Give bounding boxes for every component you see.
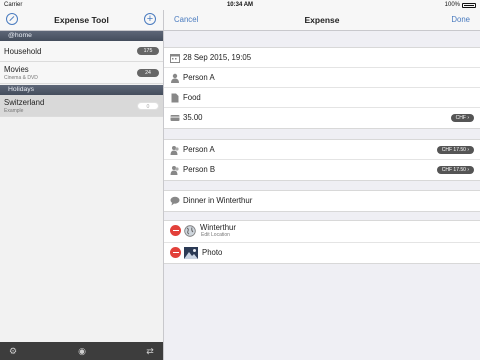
list-item-label: Household — [4, 47, 42, 56]
count-badge: 0 — [137, 102, 159, 110]
chevron-right-icon: › — [467, 167, 469, 173]
amount-value: 35.00 — [183, 113, 203, 122]
clock: 10:34 AM — [226, 2, 254, 8]
photo-label: Photo — [202, 248, 223, 257]
date-value: 28 Sep 2015, 19:05 — [183, 53, 252, 62]
date-row[interactable]: 28 Sep 2015, 19:05 — [164, 48, 480, 68]
gear-icon[interactable]: ⚙ — [8, 346, 18, 356]
note-group: Dinner in Winterthur — [164, 190, 480, 212]
globe-icon — [184, 225, 196, 237]
amount-row[interactable]: 35.00 CHF › — [164, 108, 480, 128]
battery-percent: 100% — [444, 2, 460, 8]
note-value: Dinner in Winterthur — [183, 196, 253, 205]
share-person: Person B — [183, 165, 216, 174]
chevron-right-icon: › — [467, 147, 469, 153]
edit-location-link[interactable]: Edit Location — [201, 232, 230, 238]
section-header-holidays: Holidays — [0, 85, 163, 95]
note-row[interactable]: Dinner in Winterthur — [164, 191, 480, 211]
share-amount: CHF 17.50 — [441, 147, 466, 153]
battery-icon — [462, 2, 476, 8]
currency-dropdown[interactable]: CHF › — [450, 114, 474, 122]
master-toolbar: ⚙ ◉ ⇄ — [0, 342, 163, 360]
delete-photo-button[interactable] — [170, 247, 181, 258]
list-item-switzerland[interactable]: Switzerland Example 0 — [0, 95, 163, 117]
plus-icon: + — [146, 13, 154, 25]
list-item-subtitle: Cinema & DVD — [4, 75, 38, 81]
page-title: Expense — [304, 15, 340, 25]
list-item-movies[interactable]: Movies Cinema & DVD 24 — [0, 62, 163, 84]
category-row[interactable]: Food — [164, 88, 480, 108]
list-item-label: Movies — [4, 65, 29, 74]
calendar-icon — [170, 54, 180, 63]
credit-card-icon — [170, 115, 180, 121]
share-person: Person A — [183, 145, 215, 154]
eye-icon[interactable]: ◉ — [77, 346, 87, 356]
category-value: Food — [183, 93, 201, 102]
photo-thumbnail-icon — [184, 247, 198, 259]
expense-info-group: 28 Sep 2015, 19:05 Person A Food 35.00 C… — [164, 47, 480, 129]
share-amount-button[interactable]: CHF 17.50 › — [436, 146, 474, 154]
shares-group: Person A CHF 17.50 › Person B CHF 17.50 … — [164, 139, 480, 181]
person-icon — [171, 73, 179, 83]
master-nav-bar: Expense Tool + — [0, 10, 163, 31]
done-button[interactable]: Done — [451, 10, 470, 30]
status-bar: Carrier 10:34 AM 100% — [0, 0, 480, 10]
list-item-household[interactable]: Household 175 — [0, 41, 163, 62]
payer-value: Person A — [183, 73, 215, 82]
share-row[interactable]: Person B CHF 17.50 › — [164, 160, 480, 180]
add-button[interactable]: + — [144, 13, 156, 25]
location-row[interactable]: Winterthur Edit Location — [164, 221, 480, 243]
person-group-icon — [170, 146, 179, 155]
detail-pane: Cancel Expense Done 28 Sep 2015, 19:05 P… — [164, 0, 480, 360]
count-badge: 175 — [137, 47, 159, 55]
battery-indicator: 100% — [445, 0, 476, 10]
currency-label: CHF — [455, 115, 466, 121]
master-title: Expense Tool — [54, 15, 109, 25]
section-header-home: @home — [0, 31, 163, 41]
speech-bubble-icon — [170, 196, 180, 206]
detail-nav-bar: Cancel Expense Done — [164, 10, 480, 31]
share-amount-button[interactable]: CHF 17.50 › — [436, 166, 474, 174]
document-icon — [171, 93, 179, 103]
delete-location-button[interactable] — [170, 225, 181, 236]
master-pane: Expense Tool + @home Household 175 Movie… — [0, 0, 164, 360]
attachments-group: Winterthur Edit Location Photo — [164, 220, 480, 264]
person-group-icon — [170, 166, 179, 175]
share-row[interactable]: Person A CHF 17.50 › — [164, 140, 480, 160]
list-item-label: Switzerland — [4, 98, 45, 107]
chevron-right-icon: › — [467, 115, 469, 121]
payer-row[interactable]: Person A — [164, 68, 480, 88]
repeat-icon[interactable]: ⇄ — [145, 346, 155, 356]
photo-row[interactable]: Photo — [164, 243, 480, 263]
share-amount: CHF 17.50 — [441, 167, 466, 173]
list-item-subtitle: Example — [4, 108, 24, 114]
count-badge: 24 — [137, 69, 159, 77]
